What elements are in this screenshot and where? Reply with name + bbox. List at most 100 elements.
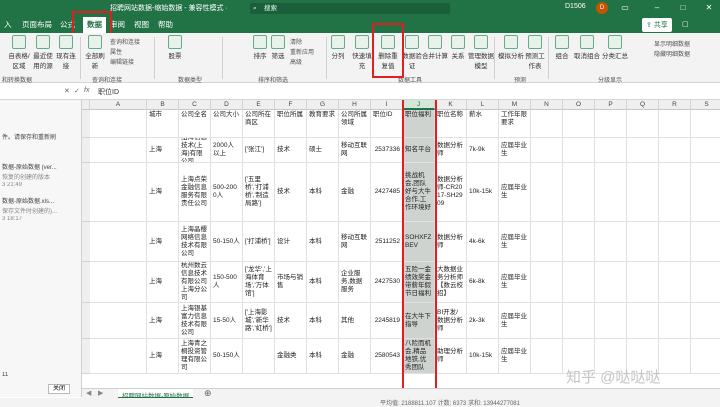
table-cell[interactable]: 2580543 [371, 339, 403, 374]
table-cell[interactable]: 15-50人 [211, 303, 243, 339]
row-header[interactable] [82, 339, 90, 374]
column-header-G[interactable]: G [307, 100, 339, 110]
table-cell[interactable]: 4k-6k [467, 222, 499, 262]
column-header-Q[interactable]: Q [627, 100, 659, 110]
queries-connections-button[interactable]: 查询和连接 [110, 37, 140, 46]
table-cell[interactable]: 应届毕业生 [499, 262, 531, 303]
table-cell[interactable]: 数据分析师 [435, 138, 467, 163]
existing-connections-button[interactable]: 现有连接 [56, 35, 76, 70]
table-cell[interactable] [659, 262, 691, 303]
table-cell[interactable]: 2427485 [371, 163, 403, 222]
advanced-button[interactable]: 高级 [290, 57, 302, 66]
column-title-cell[interactable]: 公司所在商区 [243, 110, 275, 138]
table-cell[interactable]: 本科 [307, 339, 339, 374]
table-cell[interactable]: 上海 [147, 138, 179, 163]
column-header-O[interactable]: O [563, 100, 595, 110]
table-cell[interactable] [531, 163, 563, 222]
table-cell[interactable]: 2427530 [371, 262, 403, 303]
table-cell[interactable]: 移动互联网 [339, 138, 371, 163]
table-cell[interactable] [691, 262, 720, 303]
tab-view[interactable]: 视图 [134, 19, 149, 30]
table-cell[interactable] [563, 138, 595, 163]
table-cell[interactable] [563, 222, 595, 262]
table-cell[interactable]: 2537336 [371, 138, 403, 163]
table-cell[interactable]: 技术 [275, 163, 307, 222]
refresh-all-button[interactable]: 全部刷新 [84, 35, 106, 70]
table-cell[interactable]: 上海银基富力信息技术有限公司 [179, 303, 211, 339]
column-title-cell[interactable]: 公司所属领域 [339, 110, 371, 138]
ungroup-button[interactable]: 取消组合 [574, 35, 600, 60]
stocks-button[interactable]: 股票 [162, 35, 188, 60]
table-cell[interactable]: 上海 [147, 222, 179, 262]
table-cell[interactable] [563, 262, 595, 303]
table-cell[interactable]: 50-150人 [211, 339, 243, 374]
column-header-F[interactable]: F [275, 100, 307, 110]
table-cell[interactable]: 移动互联网 [339, 222, 371, 262]
column-header-D[interactable]: D [211, 100, 243, 110]
sort-button[interactable]: 排序 [252, 35, 268, 60]
consolidate-button[interactable]: 合并计算 [422, 35, 448, 60]
flash-fill-button[interactable]: 快速填充 [350, 35, 374, 70]
table-cell[interactable] [531, 339, 563, 374]
column-title-cell[interactable]: 薪水 [467, 110, 499, 138]
table-cell[interactable] [563, 110, 595, 138]
table-cell[interactable]: 6k-8k [467, 262, 499, 303]
table-cell[interactable]: 金融类 [275, 339, 307, 374]
table-cell[interactable] [627, 163, 659, 222]
tab-review[interactable]: 审阅 [110, 19, 125, 30]
table-cell[interactable]: 150-500人 [211, 262, 243, 303]
tab-insert[interactable]: 入 [4, 19, 12, 30]
recovered-file-2[interactable]: 数据-原始数据.xls... [2, 196, 80, 205]
column-title-cell[interactable]: 公司大小 [211, 110, 243, 138]
table-cell[interactable]: 企业服务,数据服务 [339, 262, 371, 303]
table-cell[interactable]: 2245819 [371, 303, 403, 339]
table-cell[interactable]: ['龙华','上海体育场','万体馆'] [243, 262, 275, 303]
name-box[interactable] [0, 86, 60, 98]
relationships-button[interactable]: 关系 [450, 35, 466, 60]
table-cell[interactable]: 硕士 [307, 138, 339, 163]
close-icon[interactable]: ✕ [702, 2, 716, 14]
fx-icon[interactable]: fx [84, 87, 89, 94]
column-header-M[interactable]: M [499, 100, 531, 110]
close-button[interactable]: 关闭 [48, 384, 70, 394]
row-header[interactable] [82, 138, 90, 163]
table-cell[interactable]: 应届毕业生 [499, 138, 531, 163]
table-cell[interactable]: 上海 [147, 303, 179, 339]
table-cell[interactable] [531, 303, 563, 339]
table-cell[interactable] [691, 110, 720, 138]
column-title-cell[interactable]: 公司全名 [179, 110, 211, 138]
column-header-I[interactable]: I [371, 100, 403, 110]
subtotal-button[interactable]: 分类汇总 [602, 35, 628, 60]
recent-sources-button[interactable]: 最近使用的源 [32, 35, 54, 70]
column-header-R[interactable]: R [659, 100, 691, 110]
column-header-K[interactable]: K [435, 100, 467, 110]
select-all-corner[interactable] [82, 100, 90, 110]
text-to-columns-button[interactable]: 分列 [330, 35, 346, 60]
column-header-C[interactable]: C [179, 100, 211, 110]
maximize-icon[interactable]: □ [676, 2, 690, 14]
row-header[interactable] [82, 110, 90, 138]
table-cell[interactable] [691, 163, 720, 222]
table-cell[interactable]: 上海青之桐投资管理有限公司 [179, 339, 211, 374]
table-cell[interactable] [90, 222, 147, 262]
properties-button[interactable]: 属性 [110, 47, 122, 56]
table-cell[interactable] [691, 339, 720, 374]
row-header[interactable] [82, 163, 90, 222]
column-title-cell[interactable]: 教育要求 [307, 110, 339, 138]
table-cell[interactable]: ['打浦桥'] [243, 222, 275, 262]
column-header-B[interactable]: B [147, 100, 179, 110]
table-cell[interactable] [595, 110, 627, 138]
table-cell[interactable] [691, 222, 720, 262]
table-cell[interactable] [243, 339, 275, 374]
table-cell[interactable]: 助理分析师 [435, 339, 467, 374]
column-header-L[interactable]: L [467, 100, 499, 110]
table-cell[interactable]: 2000人以上 [211, 138, 243, 163]
table-cell[interactable] [659, 138, 691, 163]
table-cell[interactable] [90, 138, 147, 163]
table-cell[interactable]: 纽海信息技术(上海)有限公司 [179, 138, 211, 163]
table-cell[interactable]: 大数据业务分析师【数云校招】 [435, 262, 467, 303]
table-cell[interactable]: 上海 [147, 163, 179, 222]
table-cell[interactable]: 500-2000人 [211, 163, 243, 222]
scroll-right-icon[interactable]: ▶ [98, 389, 103, 397]
table-cell[interactable] [627, 222, 659, 262]
